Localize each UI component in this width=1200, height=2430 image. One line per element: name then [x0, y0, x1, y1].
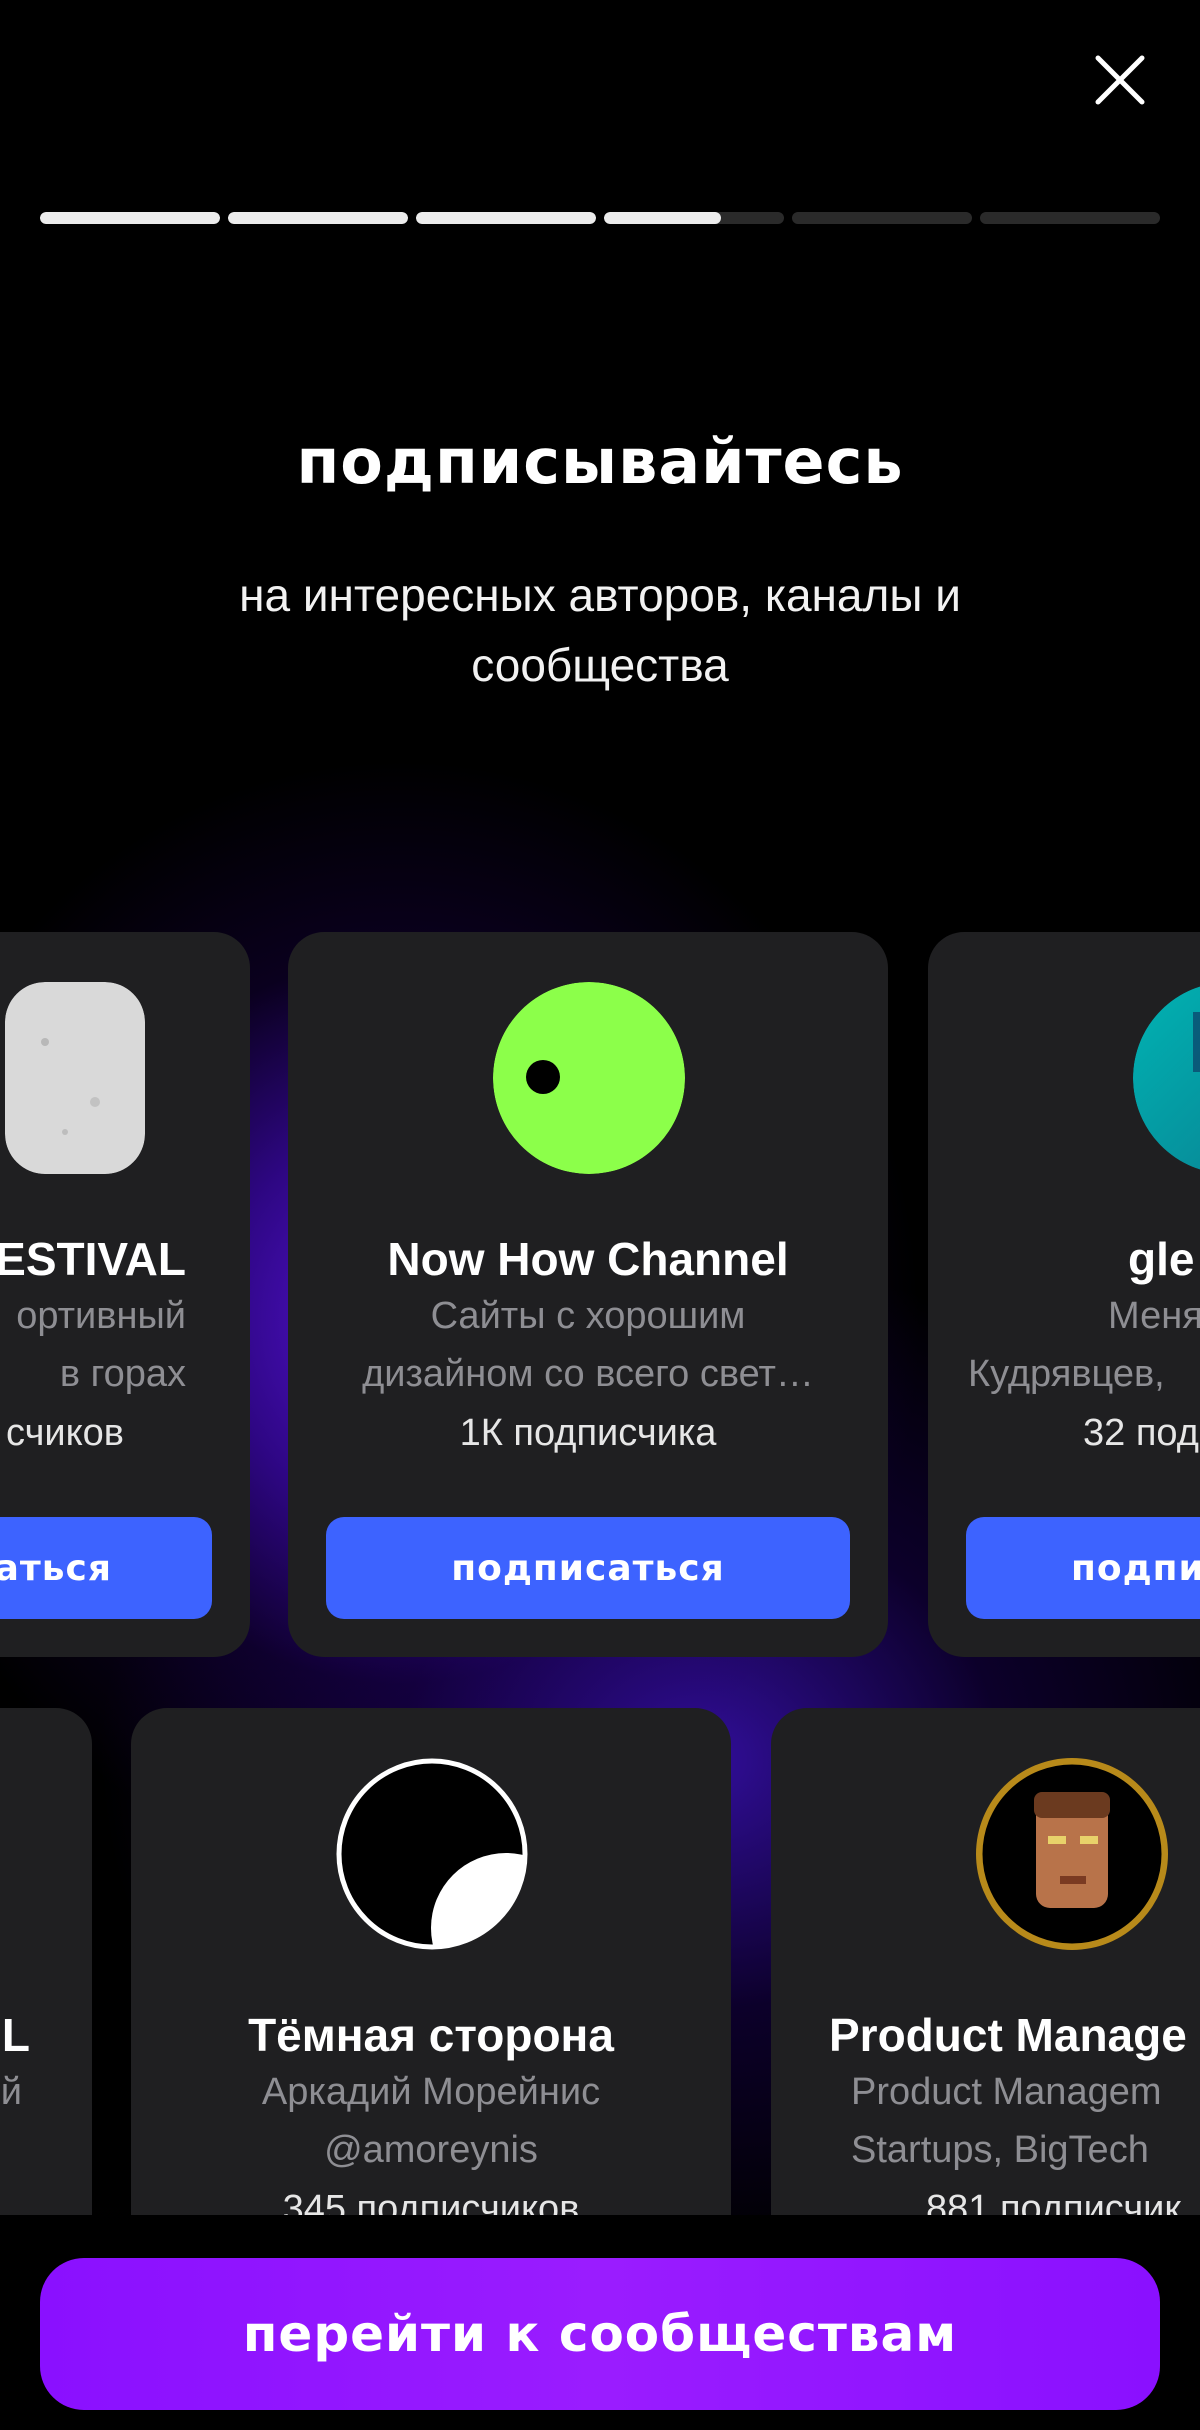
channel-name: Тёмная сторона: [248, 2009, 614, 2061]
channel-description: Аркадий Морейнис @amoreynis: [261, 2071, 601, 2171]
subscriber-count: 32 под: [1083, 1412, 1199, 1454]
progress-segment: [40, 212, 220, 224]
channel-avatar: [336, 1758, 528, 1950]
channel-description: Меня з Кудрявцев,: [968, 1295, 1200, 1395]
progress-segment-current: [604, 212, 784, 224]
channel-avatar: [5, 982, 145, 1174]
subscribe-button[interactable]: подписаться: [326, 1517, 850, 1619]
channel-card[interactable]: ESTIVAL ортивный в горах счиков аться: [0, 932, 250, 1657]
channel-card[interactable]: Now How Channel Сайты с хорошим дизайном…: [288, 932, 888, 1657]
channel-avatar: [493, 982, 685, 1174]
channel-name: L: [1, 2009, 30, 2061]
channel-name: Now How Channel: [387, 1233, 789, 1285]
subscriber-count: счиков: [6, 1412, 124, 1454]
channel-description: Сайты с хорошим дизайном со всего свет…: [362, 1295, 814, 1395]
subscribe-button[interactable]: аться: [0, 1517, 212, 1619]
channel-avatar: [976, 1758, 1168, 1950]
onboarding-screen: подписывайтесь на интересных авторов, ка…: [0, 0, 1200, 2430]
progress-segment: [228, 212, 408, 224]
page-title: подписывайтесь: [296, 425, 904, 498]
go-to-communities-button[interactable]: перейти к сообществам: [40, 2258, 1160, 2410]
progress-segment: [792, 212, 972, 224]
channel-name: ESTIVAL: [0, 1233, 186, 1285]
subscriber-count: 1К подписчика: [459, 1412, 717, 1454]
channel-name: Product Manage: [829, 2009, 1187, 2061]
close-button[interactable]: [1090, 50, 1150, 110]
page-subtitle: на интересных авторов, каналы и сообщест…: [239, 569, 961, 691]
channel-name: gle: [1128, 1233, 1195, 1285]
channel-avatar: [1133, 982, 1200, 1174]
channel-card[interactable]: gle Меня з Кудрявцев, 32 под подпи: [928, 932, 1200, 1657]
channel-description: Product Managem Startups, BigTech: [851, 2071, 1162, 2171]
progress-segment: [980, 212, 1160, 224]
subscribe-button[interactable]: подпи: [966, 1517, 1200, 1619]
channel-description: ортивный в горах: [16, 1295, 186, 1395]
story-progress: [40, 212, 1160, 224]
close-icon: [1095, 55, 1145, 105]
progress-segment: [416, 212, 596, 224]
channel-description: й: [0, 2071, 22, 2113]
